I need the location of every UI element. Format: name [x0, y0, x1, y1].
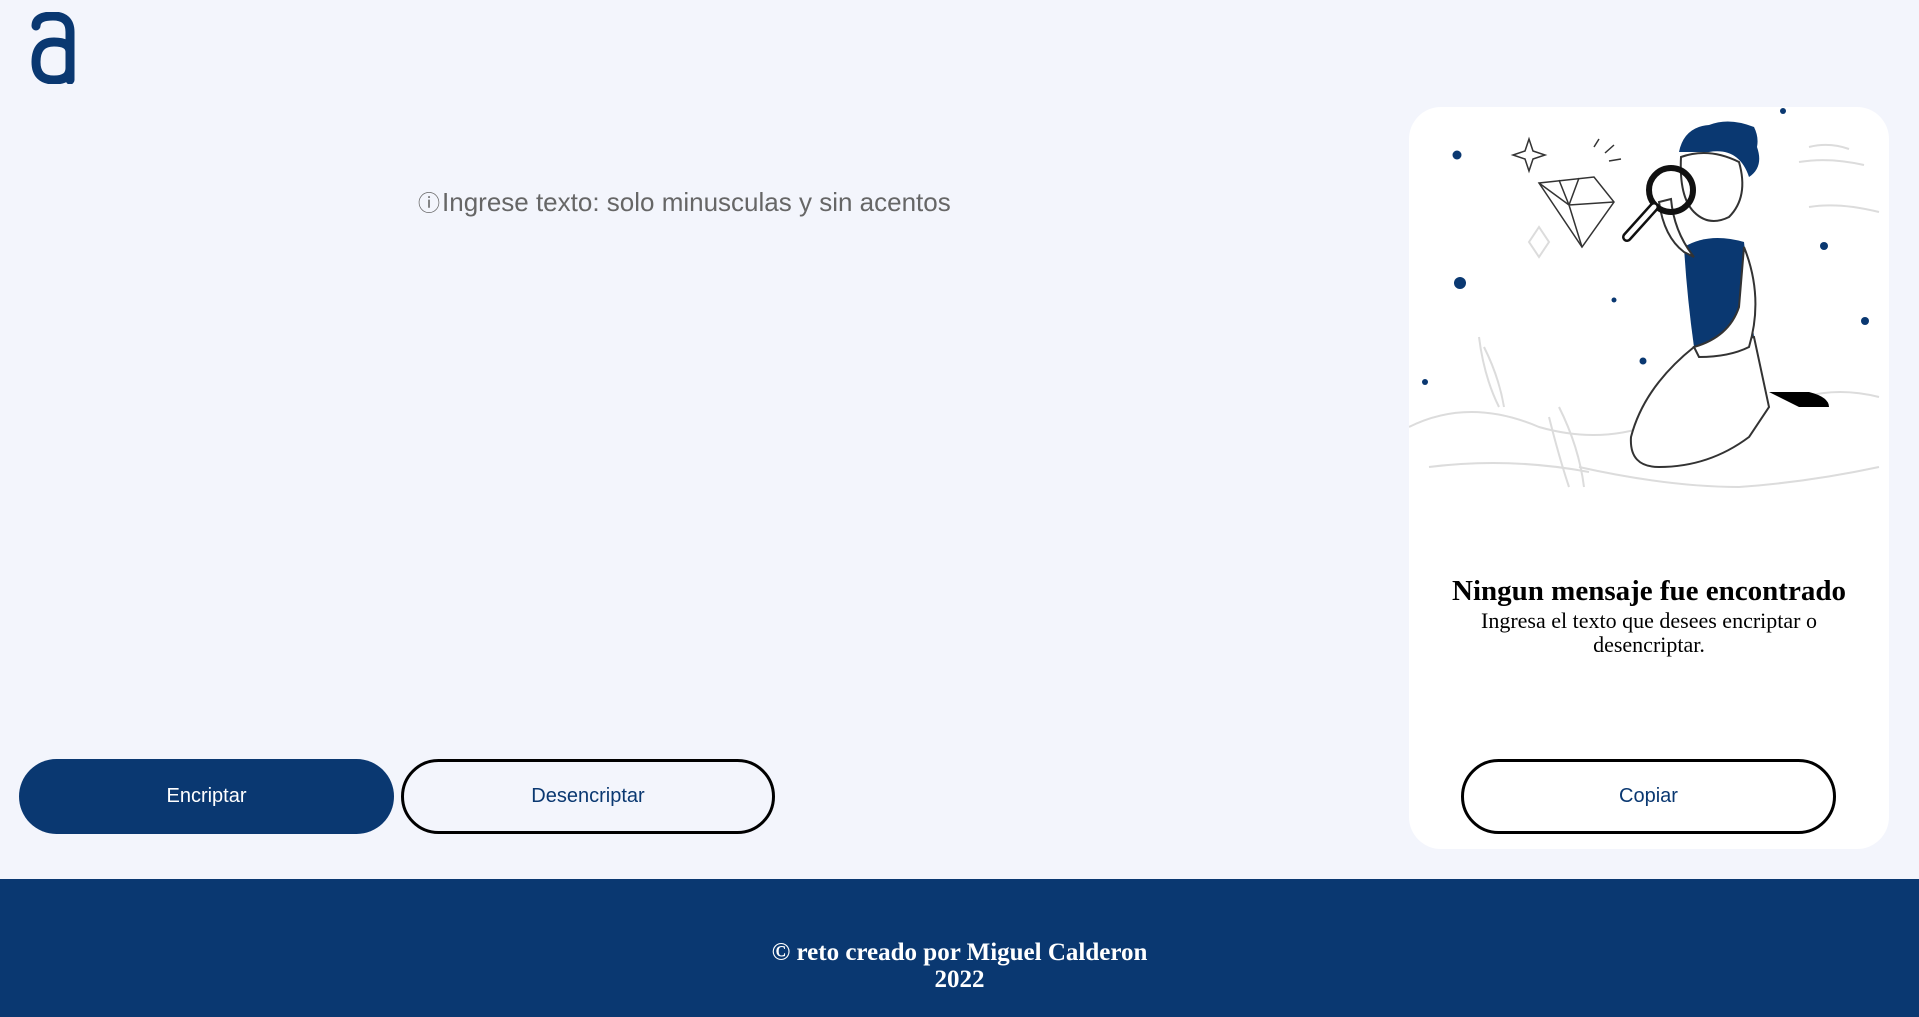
input-hint-text: Ingrese texto: solo minusculas y sin ace…	[442, 186, 951, 217]
encrypt-button[interactable]: Encriptar	[19, 759, 394, 834]
copy-button[interactable]: Copiar	[1461, 759, 1836, 834]
output-panel: Ningun mensaje fue encontrado Ingresa el…	[1409, 107, 1889, 849]
footer-credit: © reto creado por Miguel Calderon	[771, 939, 1148, 966]
footer-year: 2022	[934, 966, 985, 993]
decrypt-button[interactable]: Desencriptar	[401, 759, 775, 834]
footer: © reto creado por Miguel Calderon 2022	[0, 879, 1919, 1017]
info-circle-icon: ⓘ	[418, 191, 441, 216]
alura-logo-icon	[31, 12, 75, 84]
text-input[interactable]	[418, 230, 1322, 694]
input-hint: ⓘ Ingrese texto: solo minusculas y sin a…	[418, 186, 951, 218]
output-subtitle: Ingresa el texto que desees encriptar o …	[1481, 608, 1817, 657]
output-title: Ningun mensaje fue encontrado	[1452, 575, 1846, 607]
boy-with-magnifying-glass-illustration	[1409, 108, 1880, 489]
